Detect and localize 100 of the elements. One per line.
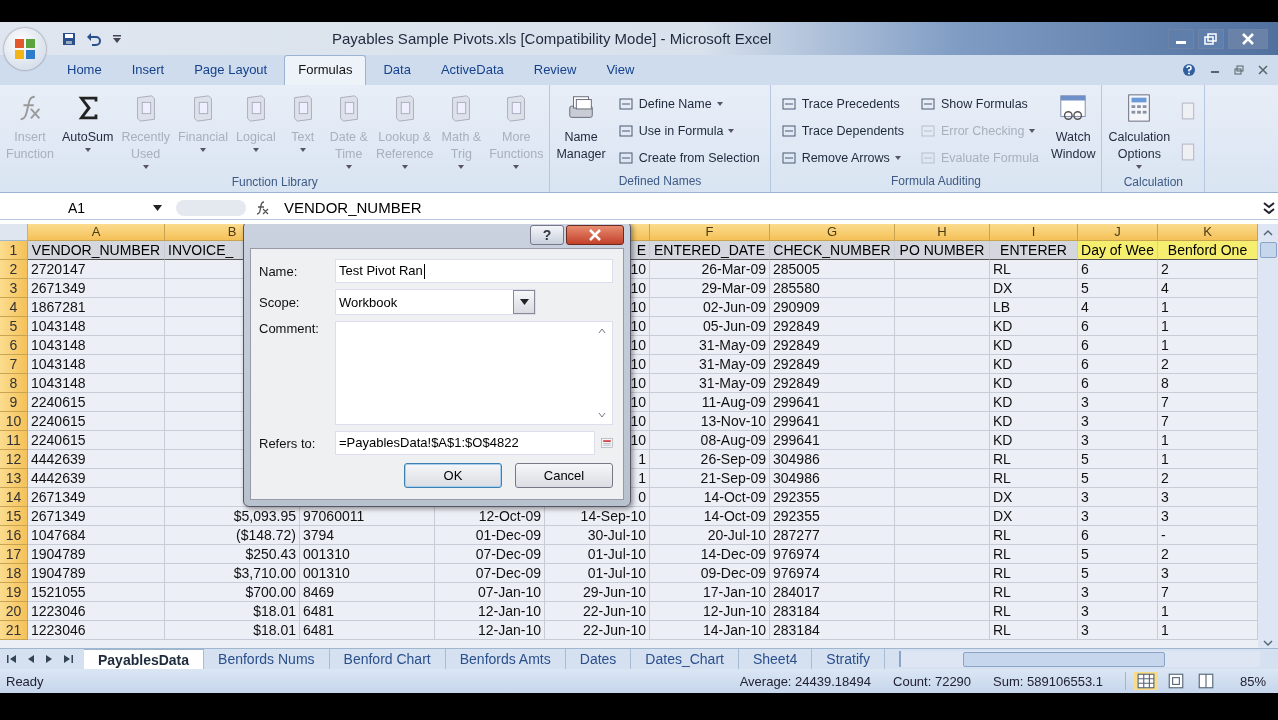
table-cell: 02-Jun-09 [650, 298, 770, 317]
name-box[interactable]: A1 [0, 199, 168, 216]
table-cell: 5 [1078, 564, 1158, 583]
row-number: 6 [0, 336, 28, 355]
table-cell: 1043148 [28, 374, 165, 393]
table-cell: 1521055 [28, 583, 165, 602]
header-cell: VENDOR_NUMBER [28, 241, 165, 260]
group-label: Defined Names [617, 173, 703, 190]
table-cell: 304986 [770, 469, 895, 488]
table-cell: 292849 [770, 317, 895, 336]
table-cell: 6 [1078, 374, 1158, 393]
ribbon-tab[interactable]: View [593, 56, 648, 85]
status-text: Count: 72290 [893, 673, 972, 689]
ribbon-tab[interactable]: Review [520, 56, 590, 85]
table-cell: KD [990, 355, 1078, 374]
table-cell: 26-Mar-09 [650, 260, 770, 279]
table-cell: 12-Jan-10 [435, 621, 545, 640]
table-cell: 01-Jul-10 [545, 564, 650, 583]
table-cell: KD [990, 431, 1078, 450]
ribbon-tab[interactable]: Data [370, 56, 424, 85]
table-cell: 11-Aug-09 [650, 393, 770, 412]
table-cell: 30-Jul-10 [545, 526, 650, 545]
table-cell: 22-Jun-10 [545, 602, 650, 621]
sheet-tab[interactable]: PayablesData [84, 649, 205, 669]
table-cell: 3 [1078, 621, 1158, 640]
header-cell: ENTERED_DATE [650, 241, 770, 260]
table-cell: DX [990, 507, 1078, 526]
table-cell: 299641 [770, 431, 895, 450]
field-label: Scope: [259, 294, 301, 310]
help-button[interactable]: ? [530, 225, 564, 245]
ribbon-tab[interactable]: Insert [118, 56, 178, 85]
column-header[interactable]: K [1158, 224, 1258, 241]
name-field[interactable]: Test Pivot Ran [335, 259, 613, 283]
field-label: Comment: [259, 321, 320, 336]
ribbon-tab[interactable]: Home [54, 56, 115, 85]
ribbon-button[interactable]: Define Name [614, 91, 763, 116]
table-cell: 5 [1078, 469, 1158, 488]
refers-to-field[interactable]: =PayablesData!$A$1:$O$4822 [335, 431, 595, 455]
table-cell: RL [990, 564, 1078, 583]
ribbon-tab[interactable]: Formulas [284, 55, 367, 85]
column-header[interactable]: H [895, 224, 990, 241]
group-label: Calculation [1122, 174, 1185, 191]
table-cell: 31-May-09 [650, 355, 770, 374]
table-cell: 09-Dec-09 [650, 564, 770, 583]
table-cell: 8469 [300, 583, 435, 602]
header-cell: CHECK_NUMBER [770, 241, 895, 260]
table-cell: 13-Nov-10 [650, 412, 770, 431]
table-cell: $18.01 [165, 621, 300, 640]
table-cell: ($148.72) [165, 526, 300, 545]
table-cell: 31-May-09 [650, 336, 770, 355]
table-cell: 17-Jan-10 [650, 583, 770, 602]
table-cell: 14-Jan-10 [650, 621, 770, 640]
row-number: 14 [0, 488, 28, 507]
ribbon-button[interactable]: Remove Arrows [777, 145, 907, 170]
scope-dropdown[interactable]: Workbook [335, 289, 536, 315]
table-cell: 304986 [770, 450, 895, 469]
table-cell: RL [990, 450, 1078, 469]
ribbon-button[interactable]: Name Manager [553, 89, 609, 172]
ribbon-tab[interactable]: Page Layout [181, 56, 281, 85]
table-cell: 3 [1078, 488, 1158, 507]
table-cell: 299641 [770, 393, 895, 412]
table-cell: 6 [1078, 260, 1158, 279]
table-cell: 285005 [770, 260, 895, 279]
ribbon-button[interactable]: Trace Precedents [777, 91, 907, 116]
table-cell: 283184 [770, 602, 895, 621]
table-cell: 284017 [770, 583, 895, 602]
column-header[interactable]: A [28, 224, 165, 241]
formula-field[interactable]: VENDOR_NUMBER [278, 199, 1254, 216]
ribbon-button[interactable]: Calculation Options [1105, 89, 1174, 173]
row-number: 17 [0, 545, 28, 564]
zoom-level[interactable]: 85% [1239, 673, 1266, 689]
status-text: Average: 24439.18494 [739, 673, 871, 689]
table-cell: 5 [1078, 450, 1158, 469]
table-cell: 1047684 [28, 526, 165, 545]
table-cell: 292355 [770, 488, 895, 507]
field-label: Refers to: [259, 435, 317, 451]
table-cell: 283184 [770, 621, 895, 640]
table-cell: 292849 [770, 355, 895, 374]
ribbon-button[interactable]: Show Formulas [917, 91, 1042, 116]
table-cell: RL [990, 469, 1078, 488]
column-header[interactable]: J [1078, 224, 1158, 241]
dialog-button[interactable]: OK [404, 463, 502, 488]
ribbon-button[interactable]: Trace Dependents [777, 118, 907, 143]
table-cell: 3 [1078, 393, 1158, 412]
column-header[interactable]: G [770, 224, 895, 241]
ribbon-button[interactable]: Create from Selection [614, 145, 763, 170]
table-cell: 3794 [300, 526, 435, 545]
table-cell: 12-Jun-10 [650, 602, 770, 621]
ribbon-button[interactable]: Watch Window [1047, 89, 1099, 172]
ribbon-tab[interactable]: ActiveData [427, 56, 517, 85]
table-cell: 2671349 [28, 279, 165, 298]
ribbon-button[interactable]: Use in Formula [614, 118, 763, 143]
row-number: 7 [0, 355, 28, 374]
dialog-button[interactable]: Cancel [515, 463, 613, 488]
ribbon-button[interactable]: AutoSum [58, 89, 117, 173]
table-cell: $18.01 [165, 602, 300, 621]
column-header[interactable]: I [990, 224, 1078, 241]
column-header[interactable]: F [650, 224, 770, 241]
table-cell: 20-Jul-10 [650, 526, 770, 545]
table-cell: 12-Jan-10 [435, 602, 545, 621]
